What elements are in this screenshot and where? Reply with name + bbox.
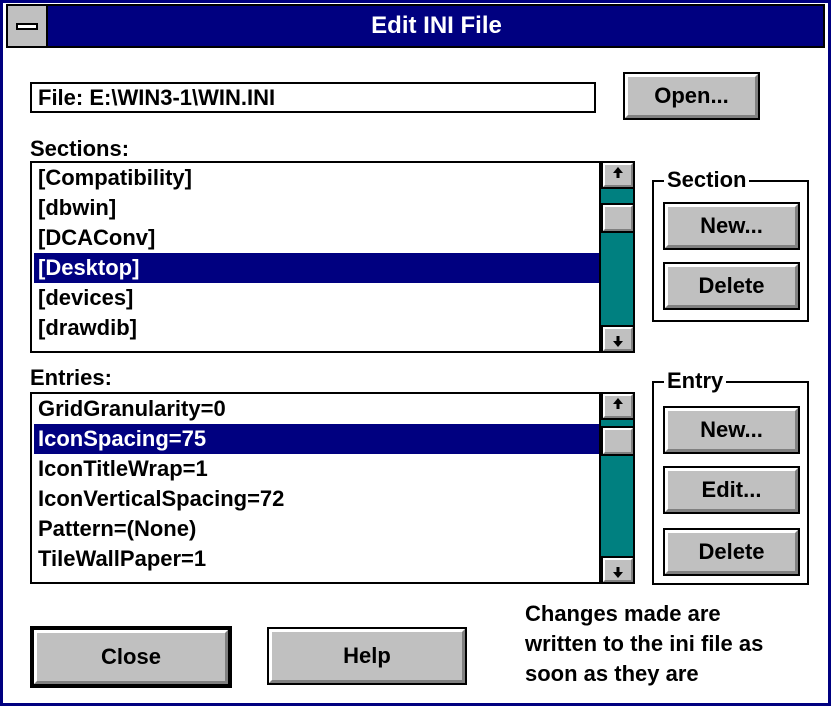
help-button-label: Help <box>343 643 391 668</box>
section-group-label: Section <box>664 168 750 192</box>
open-button[interactable]: Open... <box>623 72 760 120</box>
section-item-selected[interactable]: [Desktop] <box>34 253 606 283</box>
arrow-down-icon <box>613 572 623 578</box>
entry-edit-button[interactable]: Edit... <box>663 466 800 514</box>
section-item[interactable]: [devices] <box>38 283 133 313</box>
entry-new-label: New... <box>700 417 763 442</box>
sections-scrollbar[interactable] <box>599 163 633 351</box>
entries-scroll-down-button[interactable] <box>601 556 633 582</box>
entry-item-selected[interactable]: IconSpacing=75 <box>34 424 606 454</box>
section-item[interactable]: [drawdib] <box>38 313 137 343</box>
sections-listbox[interactable]: [Compatibility] [dbwin] [DCAConv] [Deskt… <box>30 161 635 353</box>
sections-scroll-down-button[interactable] <box>601 325 633 351</box>
entry-delete-button[interactable]: Delete <box>663 528 800 576</box>
help-button[interactable]: Help <box>267 627 467 685</box>
file-path-field: File: E:\WIN3-1\WIN.INI <box>30 82 596 113</box>
section-item[interactable]: [Compatibility] <box>38 163 192 193</box>
window-title: Edit INI File <box>371 12 502 39</box>
section-item[interactable]: [dbwin] <box>38 193 116 223</box>
info-note-line: soon as they are <box>525 661 699 686</box>
entries-scroll-up-button[interactable] <box>601 394 633 420</box>
entry-item[interactable]: IconTitleWrap=1 <box>38 454 208 484</box>
section-new-label: New... <box>700 213 763 238</box>
entry-group-label: Entry <box>664 369 727 393</box>
close-button-label: Close <box>101 644 161 669</box>
entry-item[interactable]: GridGranularity=0 <box>38 394 226 424</box>
system-menu-icon <box>16 23 38 30</box>
sections-scroll-thumb[interactable] <box>601 203 633 233</box>
info-note-line: written to the ini file as <box>525 631 764 656</box>
section-item[interactable]: [DCAConv] <box>38 223 155 253</box>
open-button-label: Open... <box>654 83 729 108</box>
arrow-down-icon <box>613 341 623 347</box>
entry-delete-label: Delete <box>698 539 765 564</box>
entries-scroll-thumb[interactable] <box>601 426 633 456</box>
section-delete-label: Delete <box>698 273 765 298</box>
entry-item[interactable]: Pattern=(None) <box>38 514 196 544</box>
close-button[interactable]: Close <box>30 626 232 688</box>
entries-listbox[interactable]: GridGranularity=0 IconSpacing=75 IconTit… <box>30 392 635 584</box>
entries-label: Entries: <box>30 365 112 390</box>
section-new-button[interactable]: New... <box>663 202 800 250</box>
info-note-line: Changes made are <box>525 601 721 626</box>
section-delete-button[interactable]: Delete <box>663 262 800 310</box>
entry-item[interactable]: TileWallPaper=1 <box>38 544 206 574</box>
entries-scrollbar[interactable] <box>599 394 633 582</box>
sections-scroll-up-button[interactable] <box>601 163 633 189</box>
system-menu-button[interactable] <box>6 4 48 48</box>
entry-edit-label: Edit... <box>701 477 762 502</box>
sections-label: Sections: <box>30 136 130 161</box>
entry-item[interactable]: IconVerticalSpacing=72 <box>38 484 284 514</box>
entry-new-button[interactable]: New... <box>663 406 800 454</box>
info-note: Changes made are written to the ini file… <box>525 599 825 689</box>
